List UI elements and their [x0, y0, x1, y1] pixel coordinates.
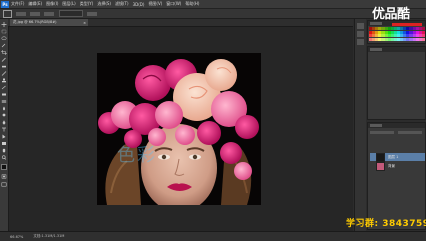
menu-bar: Ps 文件(F) 编辑(E) 图像(I) 图层(L) 类型(Y) 选择(S) 滤…	[0, 0, 426, 9]
layer-row[interactable]: 背景	[370, 161, 425, 171]
panel-tab[interactable]	[370, 124, 382, 127]
screen-mode-icon[interactable]	[1, 182, 7, 187]
layer-thumbnail	[376, 161, 385, 171]
option-control[interactable]	[16, 11, 26, 16]
eraser-tool-icon[interactable]	[1, 92, 7, 97]
option-control[interactable]	[44, 11, 54, 16]
history-brush-tool-icon[interactable]	[1, 85, 7, 90]
close-tab-icon[interactable]: ×	[83, 21, 86, 25]
move-tool-icon[interactable]	[1, 22, 7, 27]
crop-tool-icon[interactable]	[1, 50, 7, 55]
current-tool-icon[interactable]	[3, 9, 12, 18]
dodge-tool-icon[interactable]	[1, 113, 7, 118]
opacity-field[interactable]	[398, 131, 422, 134]
panel-header	[368, 47, 425, 52]
color-swatch[interactable]	[421, 37, 425, 41]
blur-tool-icon[interactable]	[1, 106, 7, 111]
gradient-tool-icon[interactable]	[1, 99, 7, 104]
menu-select[interactable]: 选择(S)	[97, 1, 111, 7]
layer-row-selected[interactable]: 图层 1	[370, 152, 425, 162]
layer-thumbnail	[376, 152, 385, 162]
canvas-image[interactable]	[97, 53, 261, 205]
menu-edit[interactable]: 编辑(E)	[28, 1, 42, 7]
menu-3d[interactable]: 3D(D)	[133, 2, 145, 7]
menu-image[interactable]: 图像(I)	[46, 1, 58, 7]
menu-view[interactable]: 视图(V)	[148, 1, 162, 7]
menu-filter[interactable]: 滤镜(T)	[115, 1, 129, 7]
document-tab-title: 花.jpg @ 66.7%(RGB/8#)	[13, 20, 57, 24]
hand-tool-icon[interactable]	[1, 148, 7, 153]
healing-brush-tool-icon[interactable]	[1, 64, 7, 69]
tools-panel	[0, 19, 9, 231]
option-control[interactable]	[30, 11, 40, 16]
properties-panel-icon[interactable]	[357, 31, 364, 37]
photoshop-logo: Ps	[1, 0, 9, 8]
quick-selection-tool-icon[interactable]	[1, 43, 7, 48]
blend-mode-select[interactable]	[370, 131, 394, 134]
panel-tab[interactable]	[370, 48, 382, 51]
layer-name: 背景	[388, 163, 395, 168]
brand-logo-text: 优品酷	[372, 7, 410, 22]
brand-underline	[392, 23, 422, 26]
history-panel-icon[interactable]	[357, 23, 364, 29]
option-select[interactable]	[59, 10, 83, 17]
collapsed-panel-icons	[354, 19, 366, 231]
clone-stamp-tool-icon[interactable]	[1, 78, 7, 83]
menu-file[interactable]: 文件(F)	[11, 1, 24, 7]
shape-tool-icon[interactable]	[1, 141, 7, 146]
foreground-color-swatch[interactable]	[1, 164, 7, 170]
panel-tab[interactable]	[370, 22, 382, 25]
canvas-watermark-text: 色彩	[117, 145, 157, 166]
option-control[interactable]	[87, 11, 97, 16]
panel-header	[368, 123, 425, 128]
zoom-tool-icon[interactable]	[1, 155, 7, 160]
document-tab[interactable]: 花.jpg @ 66.7%(RGB/8#) ×	[10, 19, 88, 26]
layer-name: 图层 1	[388, 154, 399, 159]
type-tool-icon[interactable]	[1, 127, 7, 132]
brush-panel-icon[interactable]	[357, 39, 364, 45]
promo-text: 学习群: 384375930	[346, 219, 426, 229]
eyedropper-tool-icon[interactable]	[1, 57, 7, 62]
lasso-tool-icon[interactable]	[1, 36, 7, 41]
menu-layer[interactable]: 图层(L)	[62, 1, 75, 7]
menu-type[interactable]: 类型(Y)	[80, 1, 94, 7]
marquee-tool-icon[interactable]	[1, 29, 7, 34]
layers-panel: 图层 1 背景	[367, 122, 426, 230]
menu-help[interactable]: 帮助(H)	[185, 1, 199, 7]
zoom-level[interactable]: 66.67%	[10, 235, 23, 239]
document-tab-bar: 花.jpg @ 66.7%(RGB/8#) ×	[8, 19, 353, 27]
pen-tool-icon[interactable]	[1, 120, 7, 125]
options-bar	[0, 9, 426, 19]
swatches-grid[interactable]	[369, 27, 425, 41]
document-size: 文档:1.31M/1.31M	[33, 234, 65, 238]
path-selection-tool-icon[interactable]	[1, 134, 7, 139]
adjustments-panel	[367, 46, 426, 120]
menu-window[interactable]: 窗口(W)	[166, 1, 181, 7]
brush-tool-icon[interactable]	[1, 71, 7, 76]
quick-mask-icon[interactable]	[1, 174, 7, 179]
